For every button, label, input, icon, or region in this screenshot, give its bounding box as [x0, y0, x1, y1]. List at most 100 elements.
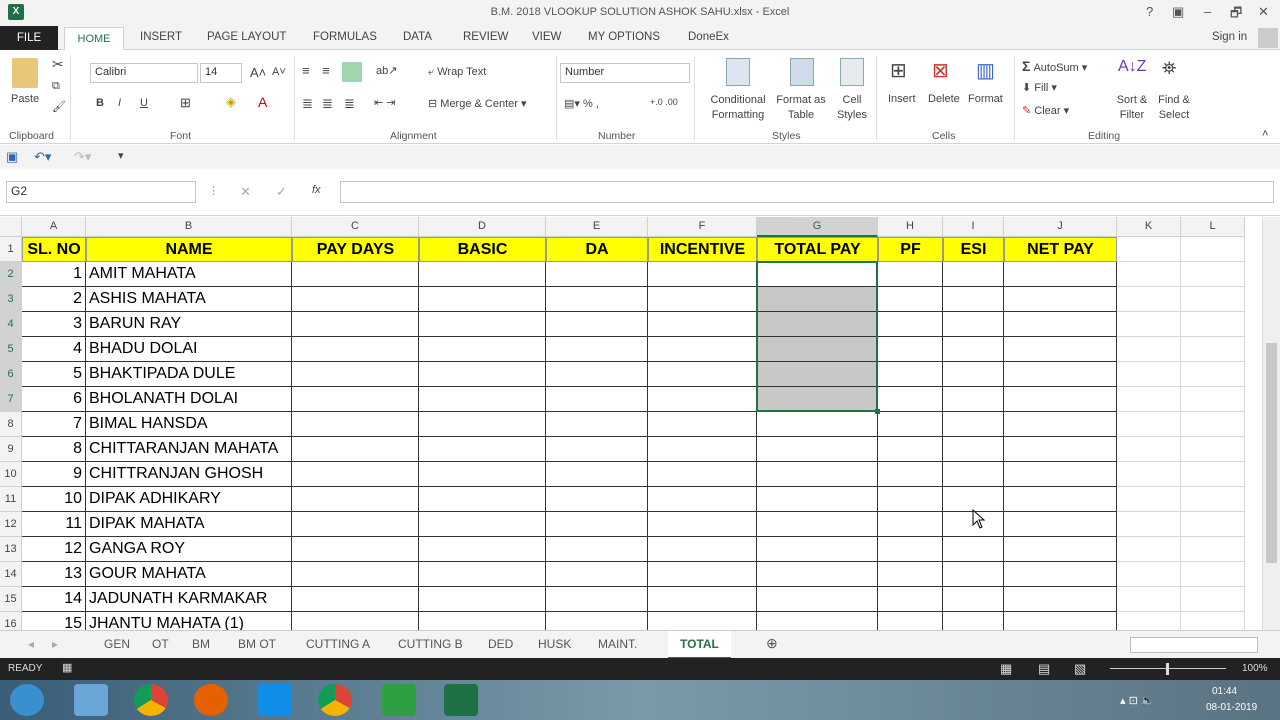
cell-J10[interactable]	[1004, 462, 1117, 487]
fill-color-icon[interactable]: ◈	[226, 94, 236, 110]
cell-D13[interactable]	[419, 537, 546, 562]
header-cell-H[interactable]: PF	[878, 237, 943, 262]
sheet-tab-husk[interactable]: HUSK	[538, 637, 571, 651]
cell-L15[interactable]	[1181, 587, 1245, 612]
cell-D7[interactable]	[419, 387, 546, 412]
cell-E12[interactable]	[546, 512, 648, 537]
cell-E14[interactable]	[546, 562, 648, 587]
cell-I7[interactable]	[943, 387, 1004, 412]
header-cell-G[interactable]: TOTAL PAY	[757, 237, 878, 262]
cell-E11[interactable]	[546, 487, 648, 512]
cell-L7[interactable]	[1181, 387, 1245, 412]
decimal-icons[interactable]: +.0 .00	[650, 97, 678, 107]
autosum-button[interactable]: Σ AutoSum ▾	[1022, 58, 1087, 74]
cell-G14[interactable]	[757, 562, 878, 587]
next-sheet-icon[interactable]: ▸	[52, 637, 58, 651]
header-cell-D[interactable]: BASIC	[419, 237, 546, 262]
macro-record-icon[interactable]: ▦	[62, 661, 72, 674]
cell-I4[interactable]	[943, 312, 1004, 337]
minimize-button[interactable]: –	[1204, 4, 1211, 19]
insert-function-button[interactable]: fx	[312, 184, 321, 196]
cell-K12[interactable]	[1117, 512, 1181, 537]
cell-L14[interactable]	[1181, 562, 1245, 587]
cell-C3[interactable]	[292, 287, 419, 312]
orientation-icon[interactable]: ab↗	[376, 64, 397, 77]
horizontal-scrollbar[interactable]	[1130, 637, 1258, 653]
row-header-6[interactable]: 6	[0, 362, 22, 387]
cell-L1[interactable]	[1181, 237, 1245, 262]
cell-E13[interactable]	[546, 537, 648, 562]
column-header-H[interactable]: H	[878, 217, 943, 237]
cell-A9[interactable]: 8	[22, 437, 86, 462]
cell-K4[interactable]	[1117, 312, 1181, 337]
cell-E8[interactable]	[546, 412, 648, 437]
cell-L12[interactable]	[1181, 512, 1245, 537]
cell-B5[interactable]: BHADU DOLAI	[86, 337, 292, 362]
cell-E7[interactable]	[546, 387, 648, 412]
tab-formulas[interactable]: FORMULAS	[313, 31, 377, 43]
cell-C13[interactable]	[292, 537, 419, 562]
cell-H12[interactable]	[878, 512, 943, 537]
cell-C15[interactable]	[292, 587, 419, 612]
start-button-icon[interactable]	[10, 684, 44, 716]
cell-L13[interactable]	[1181, 537, 1245, 562]
cell-B11[interactable]: DIPAK ADHIKARY	[86, 487, 292, 512]
formula-input[interactable]	[340, 181, 1274, 203]
delete-button[interactable]: Delete	[928, 93, 960, 105]
column-header-L[interactable]: L	[1181, 217, 1245, 237]
cell-I5[interactable]	[943, 337, 1004, 362]
cell-A5[interactable]: 4	[22, 337, 86, 362]
top-align-icon[interactable]: ≡	[302, 63, 310, 78]
cell-K7[interactable]	[1117, 387, 1181, 412]
cell-A7[interactable]: 6	[22, 387, 86, 412]
row-header-9[interactable]: 9	[0, 437, 22, 462]
cell-F9[interactable]	[648, 437, 757, 462]
row-header-4[interactable]: 4	[0, 312, 22, 337]
cancel-icon[interactable]: ✕	[240, 184, 251, 200]
cell-A3[interactable]: 2	[22, 287, 86, 312]
cell-J6[interactable]	[1004, 362, 1117, 387]
cell-A8[interactable]: 7	[22, 412, 86, 437]
cell-J7[interactable]	[1004, 387, 1117, 412]
cell-H15[interactable]	[878, 587, 943, 612]
cell-H11[interactable]	[878, 487, 943, 512]
cell-J3[interactable]	[1004, 287, 1117, 312]
cell-C8[interactable]	[292, 412, 419, 437]
align-right-icon[interactable]: ≣	[344, 96, 355, 112]
format-painter-icon[interactable]: 🖌	[52, 100, 66, 113]
format-button[interactable]: Format	[968, 93, 1003, 105]
cell-F7[interactable]	[648, 387, 757, 412]
wrap-text-button[interactable]: ⤶ Wrap Text	[428, 66, 486, 79]
sheet-tab-ded[interactable]: DED	[488, 637, 513, 651]
column-header-K[interactable]: K	[1117, 217, 1181, 237]
row-header-12[interactable]: 12	[0, 512, 22, 537]
cell-K9[interactable]	[1117, 437, 1181, 462]
cell-B8[interactable]: BIMAL HANSDA	[86, 412, 292, 437]
ribbon-display-button[interactable]: ▣	[1172, 4, 1184, 20]
insert-button[interactable]: Insert	[888, 93, 916, 105]
cell-A15[interactable]: 14	[22, 587, 86, 612]
cell-A14[interactable]: 13	[22, 562, 86, 587]
cell-F15[interactable]	[648, 587, 757, 612]
fill-handle[interactable]	[875, 409, 880, 414]
cell-G10[interactable]	[757, 462, 878, 487]
tab-review[interactable]: REVIEW	[463, 31, 508, 43]
cell-G15[interactable]	[757, 587, 878, 612]
cell-C6[interactable]	[292, 362, 419, 387]
cell-B4[interactable]: BARUN RAY	[86, 312, 292, 337]
cell-K3[interactable]	[1117, 287, 1181, 312]
cell-D16[interactable]	[419, 612, 546, 630]
tab-data[interactable]: DATA	[403, 31, 432, 43]
copy-icon[interactable]: ⧉	[52, 80, 60, 93]
cell-K13[interactable]	[1117, 537, 1181, 562]
cell-D3[interactable]	[419, 287, 546, 312]
row-header-1[interactable]: 1	[0, 237, 22, 262]
grow-font-icon[interactable]: A˄	[250, 65, 266, 80]
cell-F2[interactable]	[648, 262, 757, 287]
cell-J2[interactable]	[1004, 262, 1117, 287]
header-cell-C[interactable]: PAY DAYS	[292, 237, 419, 262]
help-button[interactable]: ?	[1146, 4, 1153, 19]
sheet-tab-gen[interactable]: GEN	[104, 637, 130, 651]
zoom-slider-thumb[interactable]	[1166, 663, 1169, 675]
cell-F16[interactable]	[648, 612, 757, 630]
